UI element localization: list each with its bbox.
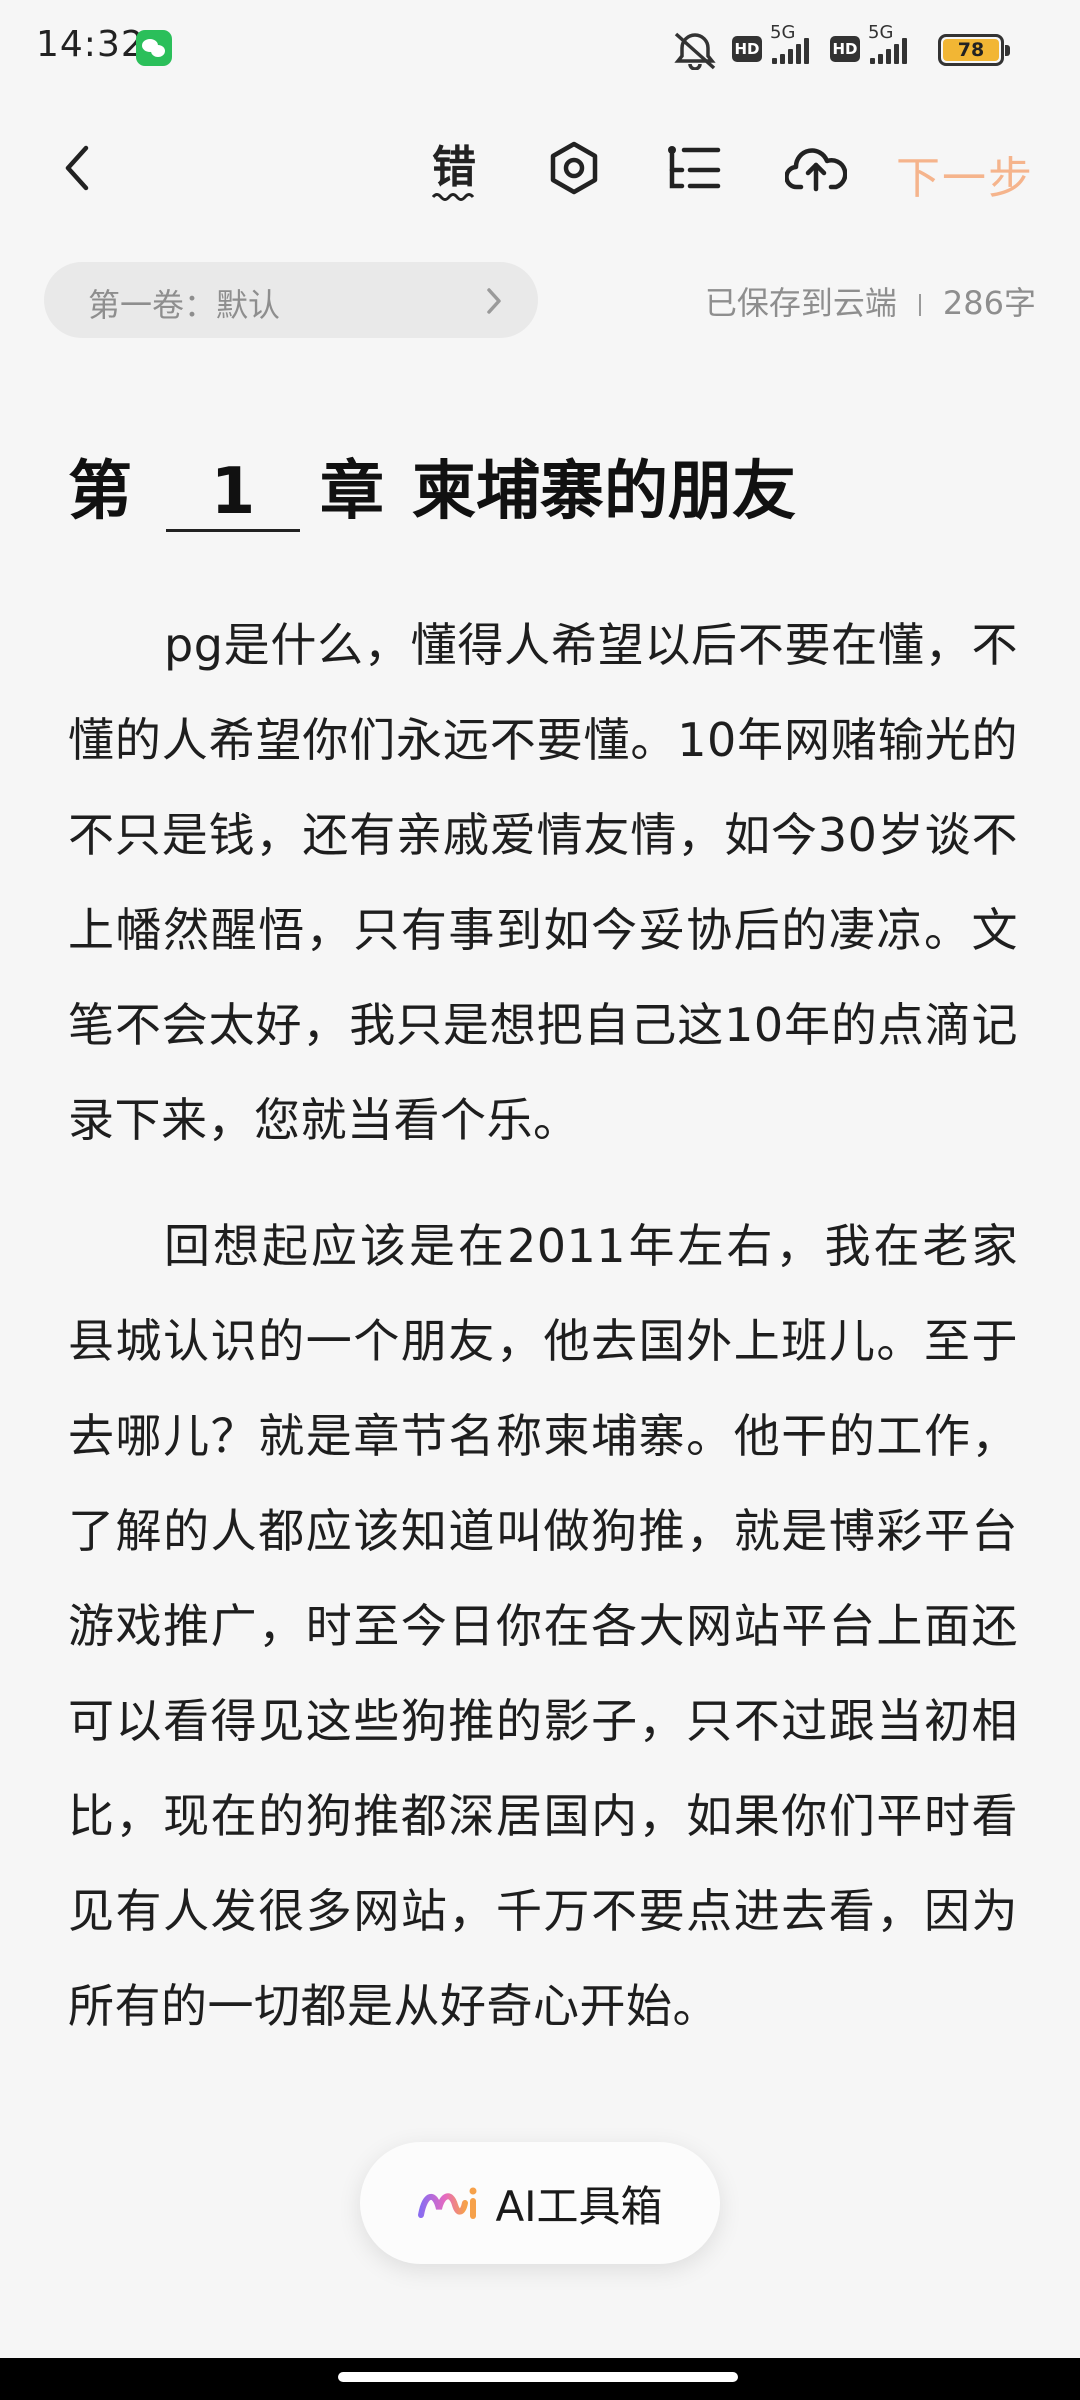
typo-check-label: 错 [432, 142, 476, 193]
divider [918, 294, 921, 316]
chapter-body-editor[interactable]: pg是什么，懂得人希望以后不要在懂，不懂的人希望你们永远不要懂。10年网赌输光的… [68, 598, 1018, 2054]
home-indicator[interactable] [338, 2372, 738, 2382]
chapter-title[interactable]: 第 1 章柬埔寨的朋友 [68, 440, 796, 532]
hd-badge-1: HD [732, 36, 762, 62]
ai-logo-icon [418, 2187, 477, 2219]
editor-toolbar: 错 下一步 [0, 118, 1080, 218]
typo-check-button[interactable]: 错 [418, 132, 490, 204]
chevron-left-icon [65, 145, 89, 191]
chapter-name[interactable]: 柬埔寨的朋友 [412, 440, 796, 532]
outline-button[interactable] [658, 132, 730, 204]
settings-button[interactable] [538, 132, 610, 204]
word-count: 286字 [942, 284, 1036, 322]
paragraph[interactable]: pg是什么，懂得人希望以后不要在懂，不懂的人希望你们永远不要懂。10年网赌输光的… [68, 598, 1018, 1168]
status-indicators: HD 5G HD 5G 78 [672, 22, 1032, 74]
ai-toolbox-button[interactable]: AI工具箱 [360, 2142, 720, 2264]
cloud-save-text: 已保存到云端 [704, 284, 897, 322]
hexagon-settings-icon [550, 141, 598, 195]
chapter-prefix: 第 [68, 455, 132, 529]
save-status: 已保存到云端 286字 [705, 278, 1036, 324]
back-button[interactable] [42, 132, 114, 204]
signal-bars-1 [772, 38, 816, 64]
ai-toolbox-label: AI工具箱 [495, 2181, 663, 2231]
squiggle-underline-icon [432, 193, 475, 201]
battery-indicator: 78 [938, 34, 1010, 66]
vibrate-off-icon [674, 32, 716, 70]
chevron-right-icon [487, 288, 501, 314]
chapter-suffix: 章 [320, 455, 384, 529]
volume-label: 第一卷：默认 [88, 286, 281, 324]
cloud-upload-icon [785, 148, 847, 192]
status-time: 14:32 [36, 24, 145, 65]
list-icon [668, 146, 721, 189]
wechat-icon [136, 30, 172, 66]
volume-selector[interactable]: 第一卷：默认 [44, 262, 538, 338]
hd-badge-2: HD [830, 36, 860, 62]
cloud-upload-button[interactable] [780, 132, 852, 204]
status-bar: 14:32 HD 5G HD 5G 78 [0, 0, 1080, 96]
signal-bars-2 [870, 38, 914, 64]
paragraph[interactable]: 回想起应该是在2011年左右，我在老家县城认识的一个朋友，他去国外上班儿。至于去… [68, 1199, 1018, 2054]
chapter-number-field[interactable]: 1 [166, 455, 300, 532]
battery-level: 78 [943, 39, 999, 61]
next-step-button[interactable]: 下一步 [896, 142, 1034, 206]
